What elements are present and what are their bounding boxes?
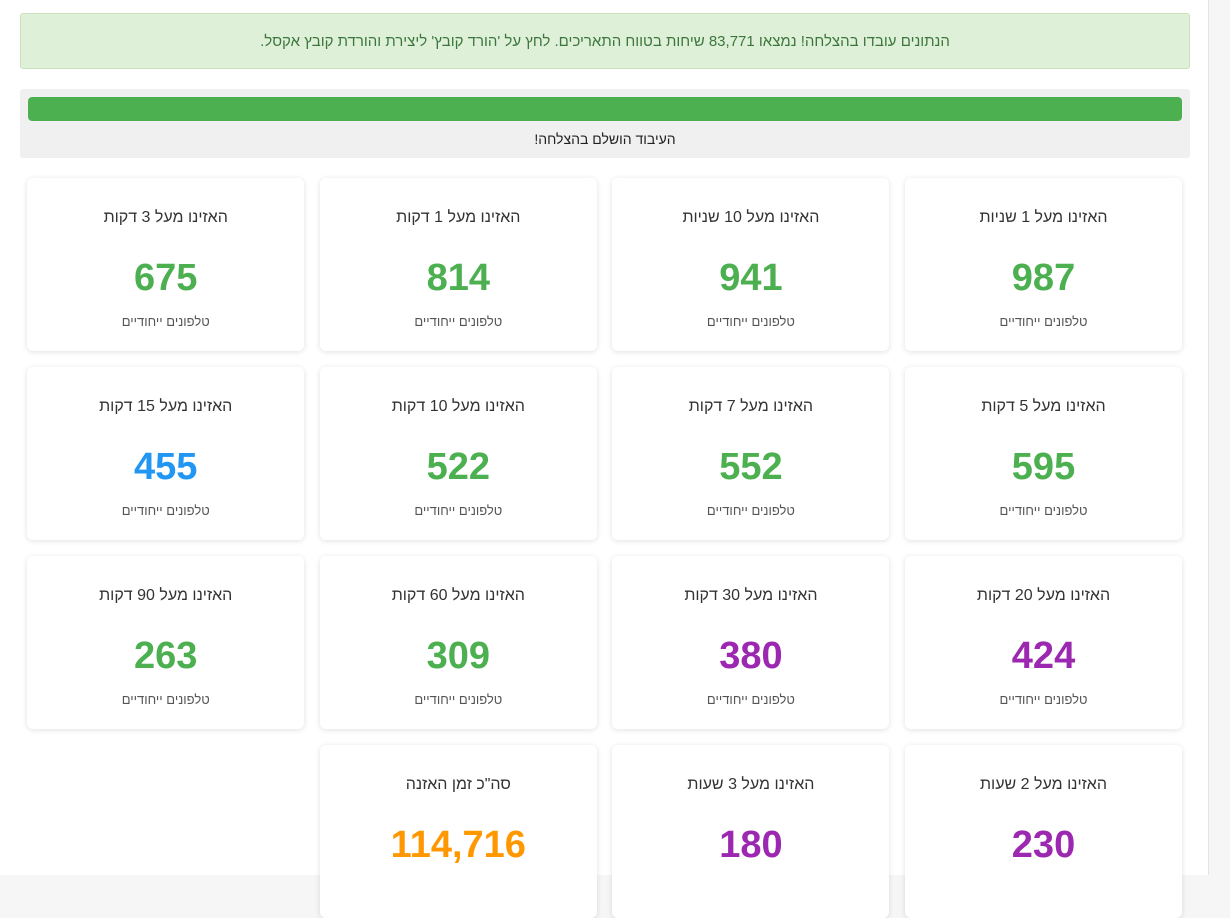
stat-card-title: האזינו מעל 10 דקות (391, 398, 525, 415)
stat-card: האזינו מעל 10 שניות 941 טלפונים ייחודיים (612, 178, 890, 351)
stat-card-value: 522 (426, 446, 491, 488)
stat-card-title: האזינו מעל 10 שניות (682, 209, 820, 226)
stat-card: האזינו מעל 20 דקות 424 טלפונים ייחודיים (905, 556, 1182, 729)
progress-bar (28, 97, 1182, 121)
stat-card-value: 552 (719, 446, 783, 488)
stat-card-subtitle: טלפונים ייחודיים (706, 503, 795, 518)
stat-card-subtitle: טלפונים ייחודיים (121, 692, 210, 707)
stat-card: האזינו מעל 60 דקות 309 טלפונים ייחודיים (319, 556, 597, 729)
stat-card-value: 230 (1011, 824, 1076, 866)
stat-card-subtitle: טלפונים ייחודיים (706, 692, 795, 707)
stat-card-subtitle: טלפונים ייחודיים (706, 314, 795, 329)
stat-card-title: האזינו מעל 7 דקות (688, 398, 814, 415)
stat-card: האזינו מעל 15 דקות 455 טלפונים ייחודיים (27, 367, 305, 540)
page: הנתונים עובדו בהצלחה! נמצאו 83,771 שיחות… (0, 0, 1208, 918)
stat-card: האזינו מעל 1 שניות 987 טלפונים ייחודיים (905, 178, 1182, 351)
stat-card-title: האזינו מעל 20 דקות (976, 587, 1111, 604)
stat-card-subtitle: טלפונים ייחודיים (121, 314, 210, 329)
stat-card-subtitle: טלפונים ייחודיים (121, 503, 210, 518)
stat-card-value: 814 (426, 257, 491, 299)
stat-card-title: האזינו מעל 3 דקות (103, 209, 228, 226)
stat-card: סה"כ זמן האזנה 114,716 (319, 745, 597, 918)
stat-card-value: 987 (1011, 257, 1076, 299)
stat-card-value: 455 (134, 446, 198, 488)
stat-card-value: 309 (426, 635, 491, 677)
scrollbar[interactable] (1208, 0, 1230, 875)
progress-bar-fill (28, 97, 1182, 121)
stat-card-subtitle: טלפונים ייחודיים (414, 692, 503, 707)
stat-card-title: האזינו מעל 90 דקות (99, 587, 233, 604)
stat-card-value: 941 (719, 257, 783, 299)
stat-card-value: 114,716 (390, 824, 526, 866)
stat-card-title: האזינו מעל 1 דקות (396, 209, 521, 226)
stat-card: האזינו מעל 3 דקות 675 טלפונים ייחודיים (27, 178, 305, 351)
stat-card-title: האזינו מעל 15 דקות (99, 398, 233, 415)
stat-card-title: האזינו מעל 3 שעות (687, 776, 815, 793)
alert-message: הנתונים עובדו בהצלחה! נמצאו 83,771 שיחות… (260, 32, 950, 50)
stat-card-subtitle: טלפונים ייחודיים (999, 503, 1088, 518)
stat-card: האזינו מעל 1 דקות 814 טלפונים ייחודיים (319, 178, 597, 351)
stat-card-title: האזינו מעל 1 שניות (979, 209, 1108, 226)
stat-card: האזינו מעל 3 שעות 180 (612, 745, 890, 918)
stat-card-title: האזינו מעל 30 דקות (684, 587, 818, 604)
stat-card-title: האזינו מעל 60 דקות (391, 587, 525, 604)
stats-grid: האזינו מעל 1 שניות 987 טלפונים ייחודיים האז… (27, 178, 1182, 918)
stat-card: האזינו מעל 5 דקות 595 טלפונים ייחודיים (905, 367, 1182, 540)
stat-card: האזינו מעל 2 שעות 230 (905, 745, 1182, 918)
stat-card: האזינו מעל 10 דקות 522 טלפונים ייחודיים (319, 367, 597, 540)
stat-card: האזינו מעל 90 דקות 263 טלפונים ייחודיים (27, 556, 305, 729)
stat-card-subtitle: טלפונים ייחודיים (999, 314, 1088, 329)
progress-status: העיבוד הושלם בהצלחה! (534, 131, 676, 147)
stat-card-value: 380 (719, 635, 783, 677)
stat-card-value: 424 (1011, 635, 1076, 677)
stat-card: האזינו מעל 30 דקות 380 טלפונים ייחודיים (612, 556, 890, 729)
stat-card-subtitle: טלפונים ייחודיים (414, 314, 503, 329)
stat-card-value: 675 (134, 257, 198, 299)
stat-card: האזינו מעל 7 דקות 552 טלפונים ייחודיים (612, 367, 890, 540)
stat-card-value: 263 (134, 635, 198, 677)
progress-panel: העיבוד הושלם בהצלחה! (20, 89, 1190, 158)
stat-card-value: 180 (719, 824, 783, 866)
stat-card-title: האזינו מעל 2 שעות (980, 776, 1107, 793)
stat-card-subtitle: טלפונים ייחודיים (999, 692, 1088, 707)
stat-card-title: האזינו מעל 5 דקות (981, 398, 1106, 415)
stat-card-subtitle: טלפונים ייחודיים (414, 503, 503, 518)
success-alert: הנתונים עובדו בהצלחה! נמצאו 83,771 שיחות… (20, 13, 1190, 69)
stat-card-value: 595 (1011, 446, 1076, 488)
stat-card-title: סה"כ זמן האזנה (405, 776, 511, 793)
